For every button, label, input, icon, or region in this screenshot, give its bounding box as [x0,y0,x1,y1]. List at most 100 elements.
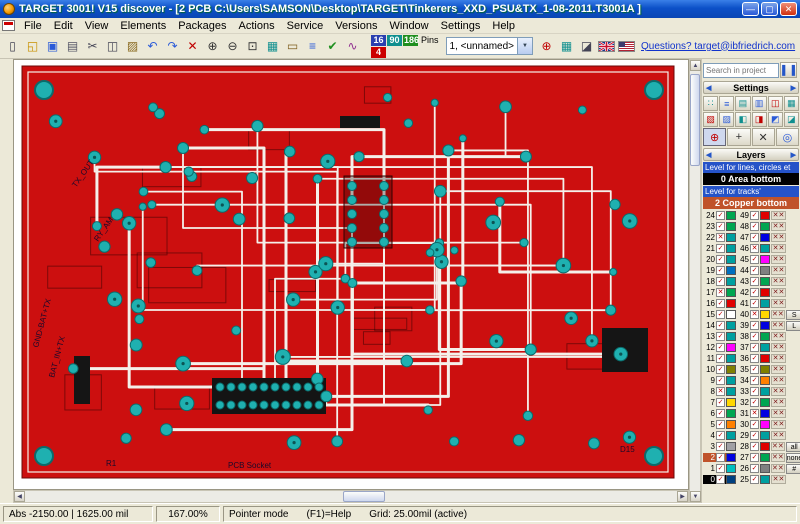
layer-row[interactable]: 18✓43✓✕✕ [703,276,799,287]
grid-style-icon[interactable]: ▦ [784,96,799,111]
layer-color-swatch[interactable] [760,453,770,462]
scroll-down-icon[interactable]: ▼ [690,491,701,502]
ruler-icon[interactable]: ▭ [283,37,302,56]
layer-lock-toggle[interactable]: ✕✕ [771,244,786,253]
layer-color-swatch[interactable] [760,288,770,297]
level-lines-value[interactable]: 0 Area bottom [703,173,799,185]
layer-row[interactable]: 5✓30✓✕✕ [703,419,799,430]
layer-action-button[interactable]: all [786,442,800,452]
zoom-fit-icon[interactable]: ⊡ [243,37,262,56]
layer-lock-toggle[interactable]: ✕✕ [771,365,786,374]
horizontal-scrollbar[interactable]: ◀ ▶ [13,490,689,503]
layer-visibility-checkbox[interactable]: ✓ [716,277,725,286]
layer-visibility-checkbox[interactable]: ✓ [750,420,759,429]
layer-color-swatch[interactable] [726,255,736,264]
layer-row[interactable]: 14✓39✓✕✕L [703,320,799,331]
simulate-icon[interactable]: ∿ [343,37,362,56]
level-tracks-value[interactable]: 2 Copper bottom [703,197,799,209]
layer-color-swatch[interactable] [760,277,770,286]
level-lines-label[interactable]: Level for lines, circles et [703,162,799,173]
layer-visibility-checkbox[interactable]: ✓ [750,464,759,473]
level-tracks-label[interactable]: Level for tracks' [703,186,799,197]
layer-row[interactable]: 20✓45✓✕✕ [703,254,799,265]
layer-color-swatch[interactable] [726,211,736,220]
layer-visibility-checkbox[interactable]: ✓ [750,321,759,330]
layer-color-swatch[interactable] [726,288,736,297]
layer-visibility-checkbox[interactable]: ✓ [716,310,725,319]
document-icon[interactable] [2,20,15,31]
layer-visibility-checkbox[interactable]: ✓ [716,431,725,440]
layer-action-button[interactable]: none [786,453,800,463]
layer-lock-toggle[interactable]: ✕✕ [771,387,786,396]
layer-lock-toggle[interactable]: ✕✕ [771,475,786,484]
layer-color-swatch[interactable] [726,365,736,374]
layer-visibility-checkbox[interactable]: ✓ [716,453,725,462]
layer-lock-toggle[interactable]: ✕✕ [771,211,786,220]
layer-color-swatch[interactable] [760,376,770,385]
layer-visibility-checkbox[interactable]: ✓ [750,299,759,308]
layer-row[interactable]: 21✓46✕✕✕ [703,243,799,254]
layer-lock-toggle[interactable]: ✕✕ [771,266,786,275]
close-button[interactable]: ✕ [780,2,797,16]
layer-lock-toggle[interactable]: ✕✕ [771,431,786,440]
layer-visibility-checkbox[interactable]: ✓ [750,222,759,231]
layer-row[interactable]: 9✓34✓✕✕ [703,375,799,386]
layer-color-swatch[interactable] [726,376,736,385]
pad-style-icon[interactable]: ▤ [735,96,750,111]
delete-icon[interactable]: ✕ [183,37,202,56]
layer-visibility-checkbox[interactable]: ✓ [750,387,759,396]
place-component-icon[interactable]: ⊕ [537,37,556,56]
diag-icon[interactable]: ◪ [784,112,799,127]
new-icon[interactable]: ▯ [3,37,22,56]
hatch-icon[interactable]: ▧ [703,112,718,127]
layer-color-swatch[interactable] [726,222,736,231]
layer-color-swatch[interactable] [760,299,770,308]
layer-color-swatch[interactable] [726,332,736,341]
maximize-button[interactable]: ▢ [761,2,778,16]
scroll-right-icon[interactable]: ▶ [677,491,688,502]
pcb-view-icon[interactable]: ◪ [577,37,596,56]
layer-color-swatch[interactable] [760,310,770,319]
layer-lock-toggle[interactable]: ✕✕ [771,453,785,462]
zoom-in-icon[interactable]: ⊕ [203,37,222,56]
layer-color-swatch[interactable] [726,233,736,242]
paste-icon[interactable]: ▨ [123,37,142,56]
layer-visibility-checkbox[interactable]: ✕ [716,387,725,396]
layer-lock-toggle[interactable]: ✕✕ [771,299,786,308]
via-style-icon[interactable]: ▥ [752,96,767,111]
layer-row[interactable]: 1✓26✓✕✕# [703,463,799,474]
undo-icon[interactable]: ↶ [143,37,162,56]
layer-row[interactable]: 17✕42✓✕✕ [703,287,799,298]
layer-visibility-checkbox[interactable]: ✓ [750,442,759,451]
layer-color-swatch[interactable] [726,310,736,319]
layer-visibility-checkbox[interactable]: ✕ [750,409,759,418]
check-icon[interactable]: ✔ [323,37,342,56]
layer-color-swatch[interactable] [726,453,736,462]
layer-color-swatch[interactable] [760,431,770,440]
layer-color-swatch[interactable] [760,365,770,374]
layer-lock-toggle[interactable]: ✕✕ [771,332,786,341]
minimize-button[interactable]: — [742,2,759,16]
search-input[interactable] [703,63,779,78]
redo-icon[interactable]: ↷ [163,37,182,56]
layer-color-swatch[interactable] [726,464,736,473]
print-icon[interactable]: ▤ [63,37,82,56]
layer-lock-toggle[interactable]: ✕✕ [771,321,785,330]
layer-lock-toggle[interactable]: ✕✕ [771,409,786,418]
layer-color-swatch[interactable] [726,398,736,407]
layer-visibility-checkbox[interactable]: ✓ [750,233,759,242]
layer-visibility-checkbox[interactable]: ✓ [716,475,725,484]
layer-row[interactable]: 6✓31✕✕✕ [703,408,799,419]
search-options-icon[interactable]: ▌▐ [780,62,797,78]
vertical-scrollbar[interactable]: ▲ ▼ [689,59,701,503]
layer-lock-toggle[interactable]: ✕✕ [771,354,786,363]
scroll-up-icon[interactable]: ▲ [690,60,701,71]
menu-view[interactable]: View [79,19,115,33]
layer-color-swatch[interactable] [760,321,770,330]
layer-visibility-checkbox[interactable]: ✓ [716,420,725,429]
layer-visibility-checkbox[interactable]: ✓ [750,332,759,341]
layer-color-swatch[interactable] [726,299,736,308]
layer-lock-toggle[interactable]: ✕✕ [771,398,786,407]
copper-pour-icon[interactable]: ▦ [557,37,576,56]
layer-lock-toggle[interactable]: ✕✕ [771,288,786,297]
